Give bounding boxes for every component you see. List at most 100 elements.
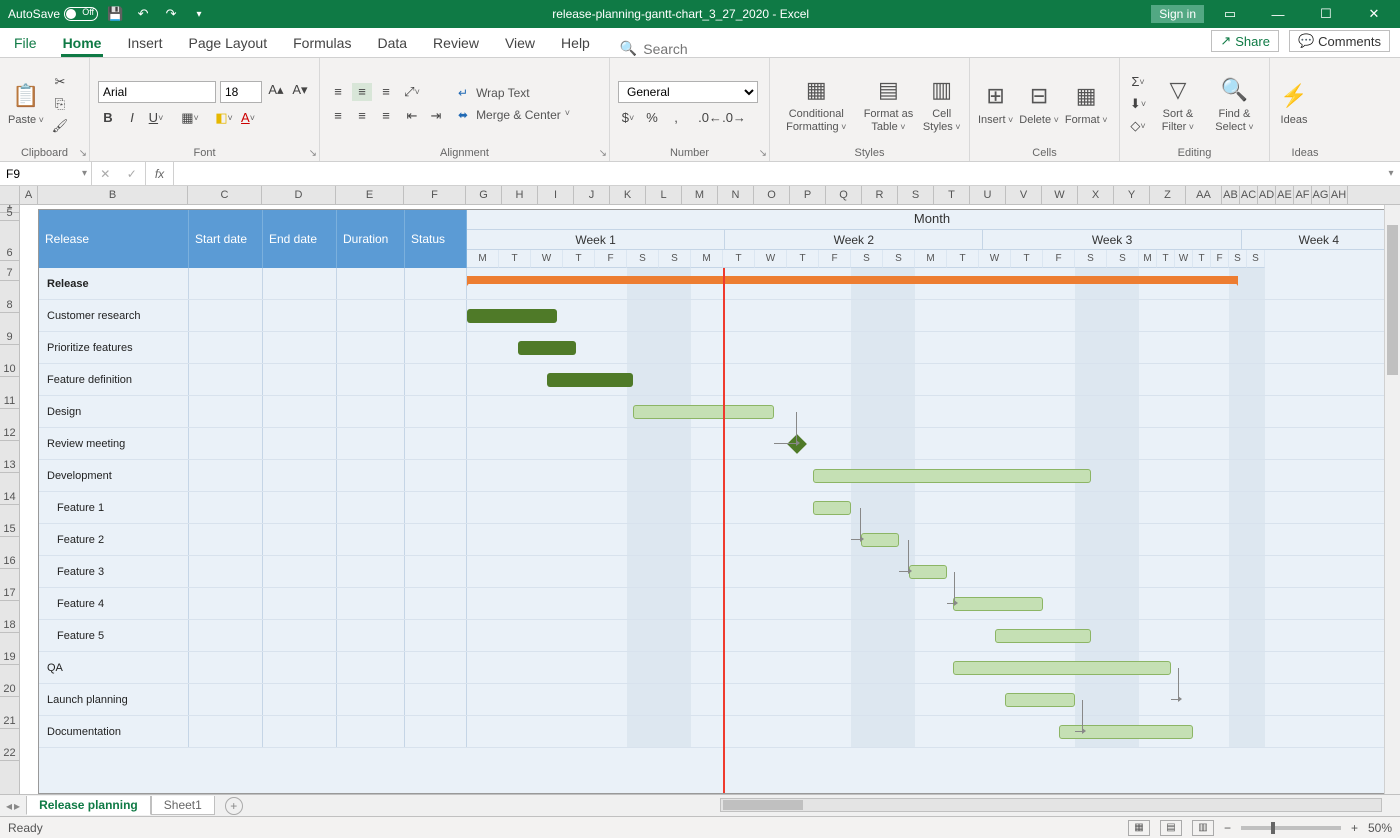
column-header[interactable]: Z bbox=[1150, 186, 1186, 204]
column-header[interactable]: F bbox=[404, 186, 466, 204]
orientation-icon[interactable]: ⤢ bbox=[402, 83, 422, 101]
gantt-bar[interactable] bbox=[633, 405, 774, 419]
tab-review[interactable]: Review bbox=[431, 31, 481, 57]
zoom-in-button[interactable]: + bbox=[1351, 821, 1358, 835]
column-header[interactable]: V bbox=[1006, 186, 1042, 204]
align-middle-icon[interactable]: ≡ bbox=[352, 83, 372, 101]
merge-center-button[interactable]: ⬌Merge & Center bbox=[458, 108, 570, 122]
column-header[interactable]: Q bbox=[826, 186, 862, 204]
row-header[interactable]: 6 bbox=[0, 221, 19, 261]
insert-cells-button[interactable]: ⊞Insert bbox=[978, 80, 1013, 126]
normal-view-icon[interactable]: ▦ bbox=[1128, 820, 1150, 836]
tell-me-search[interactable]: 🔍 bbox=[620, 40, 763, 57]
italic-button[interactable]: I bbox=[122, 109, 142, 127]
tab-insert[interactable]: Insert bbox=[125, 31, 164, 57]
accounting-format-icon[interactable]: $ bbox=[618, 109, 638, 127]
signin-button[interactable]: Sign in bbox=[1151, 5, 1204, 23]
page-layout-view-icon[interactable]: ▤ bbox=[1160, 820, 1182, 836]
zoom-slider[interactable] bbox=[1241, 826, 1341, 830]
tab-view[interactable]: View bbox=[503, 31, 537, 57]
horizontal-scroll-thumb[interactable] bbox=[723, 800, 803, 810]
clear-icon[interactable]: ◇ bbox=[1128, 117, 1148, 135]
shrink-font-icon[interactable]: A▾ bbox=[290, 81, 310, 99]
fill-color-icon[interactable]: ◧ bbox=[214, 109, 234, 127]
row-header[interactable]: 16 bbox=[0, 537, 19, 569]
column-header[interactable]: B bbox=[38, 186, 188, 204]
grow-font-icon[interactable]: A▴ bbox=[266, 81, 286, 99]
gantt-bar[interactable] bbox=[467, 309, 557, 323]
conditional-formatting-button[interactable]: ▦Conditional Formatting bbox=[778, 74, 855, 132]
column-header[interactable]: AG bbox=[1312, 186, 1330, 204]
gantt-bar[interactable] bbox=[861, 533, 899, 547]
row-header[interactable]: 14 bbox=[0, 473, 19, 505]
column-header[interactable]: A bbox=[20, 186, 38, 204]
font-launcher-icon[interactable]: ↘ bbox=[309, 148, 317, 159]
column-header[interactable]: W bbox=[1042, 186, 1078, 204]
column-header[interactable]: H bbox=[502, 186, 538, 204]
increase-decimal-icon[interactable]: .0← bbox=[700, 109, 720, 127]
autosave-switch[interactable] bbox=[64, 7, 98, 21]
row-header[interactable]: 12 bbox=[0, 409, 19, 441]
name-box-dropdown-icon[interactable]: ▾ bbox=[82, 168, 87, 179]
sort-filter-button[interactable]: ▽Sort & Filter bbox=[1154, 74, 1202, 132]
tab-page-layout[interactable]: Page Layout bbox=[186, 31, 269, 57]
cancel-formula-icon[interactable]: ✕ bbox=[100, 167, 110, 181]
column-header[interactable]: S bbox=[898, 186, 934, 204]
comments-button[interactable]: 💬Comments bbox=[1289, 30, 1390, 52]
wrap-text-button[interactable]: ↵Wrap Text bbox=[458, 86, 570, 100]
column-header[interactable]: I bbox=[538, 186, 574, 204]
row-header[interactable]: 20 bbox=[0, 665, 19, 697]
ideas-button[interactable]: ⚡Ideas bbox=[1278, 80, 1310, 126]
align-top-icon[interactable]: ≡ bbox=[328, 83, 348, 101]
vertical-scroll-thumb[interactable] bbox=[1387, 225, 1398, 375]
number-format-combo[interactable]: General bbox=[618, 81, 758, 103]
gantt-bar[interactable] bbox=[518, 341, 576, 355]
column-header[interactable]: AE bbox=[1276, 186, 1294, 204]
qat-customize-icon[interactable]: ▾ bbox=[188, 3, 210, 25]
font-name-combo[interactable] bbox=[98, 81, 216, 103]
paste-button[interactable]: 📋 Paste bbox=[8, 80, 44, 126]
align-left-icon[interactable]: ≡ bbox=[328, 107, 348, 125]
formula-input[interactable] bbox=[174, 162, 1382, 185]
column-header[interactable]: AH bbox=[1330, 186, 1348, 204]
zoom-out-button[interactable]: − bbox=[1224, 821, 1231, 835]
align-right-icon[interactable]: ≡ bbox=[376, 107, 396, 125]
name-box[interactable]: F9▾ bbox=[0, 162, 92, 185]
share-button[interactable]: ↗Share bbox=[1211, 30, 1279, 52]
row-header[interactable]: 19 bbox=[0, 633, 19, 665]
column-header[interactable]: U bbox=[970, 186, 1006, 204]
decrease-decimal-icon[interactable]: .0→ bbox=[724, 109, 744, 127]
column-header[interactable]: AA bbox=[1186, 186, 1222, 204]
row-header[interactable]: 21 bbox=[0, 697, 19, 729]
column-header[interactable]: AB bbox=[1222, 186, 1240, 204]
enter-formula-icon[interactable]: ✓ bbox=[127, 167, 137, 181]
autosave-toggle[interactable]: AutoSave bbox=[8, 7, 98, 21]
alignment-launcher-icon[interactable]: ↘ bbox=[599, 148, 607, 159]
row-header[interactable]: 8 bbox=[0, 281, 19, 313]
number-launcher-icon[interactable]: ↘ bbox=[759, 148, 767, 159]
column-header[interactable]: P bbox=[790, 186, 826, 204]
worksheet-grid[interactable]: ReleaseStart dateEnd dateDurationStatusM… bbox=[20, 205, 1400, 794]
font-color-icon[interactable]: A bbox=[238, 109, 258, 127]
copy-icon[interactable]: ⎘ bbox=[50, 95, 70, 113]
column-headers[interactable]: ABCDEFGHIJKLMNOPQRSTUVWXYZAAABACADAEAFAG… bbox=[0, 186, 1400, 205]
cut-icon[interactable]: ✂ bbox=[50, 73, 70, 91]
find-select-button[interactable]: 🔍Find & Select bbox=[1208, 74, 1261, 132]
sheet-tab-release-planning[interactable]: Release planning bbox=[26, 796, 151, 815]
row-header[interactable]: 17 bbox=[0, 569, 19, 601]
gantt-bar[interactable] bbox=[953, 597, 1043, 611]
tab-help[interactable]: Help bbox=[559, 31, 592, 57]
increase-indent-icon[interactable]: ⇥ bbox=[426, 107, 446, 125]
column-header[interactable]: O bbox=[754, 186, 790, 204]
formula-bar-expand-icon[interactable]: ▾ bbox=[1382, 162, 1400, 185]
column-header[interactable]: L bbox=[646, 186, 682, 204]
sheet-nav-prev-icon[interactable]: ◂ bbox=[6, 799, 12, 813]
minimize-icon[interactable]: — bbox=[1256, 0, 1300, 28]
column-header[interactable]: T bbox=[934, 186, 970, 204]
column-header[interactable]: Y bbox=[1114, 186, 1150, 204]
close-icon[interactable]: ✕ bbox=[1352, 0, 1396, 28]
horizontal-scrollbar[interactable] bbox=[720, 798, 1382, 812]
column-header[interactable]: J bbox=[574, 186, 610, 204]
column-header[interactable]: AC bbox=[1240, 186, 1258, 204]
column-header[interactable]: AD bbox=[1258, 186, 1276, 204]
